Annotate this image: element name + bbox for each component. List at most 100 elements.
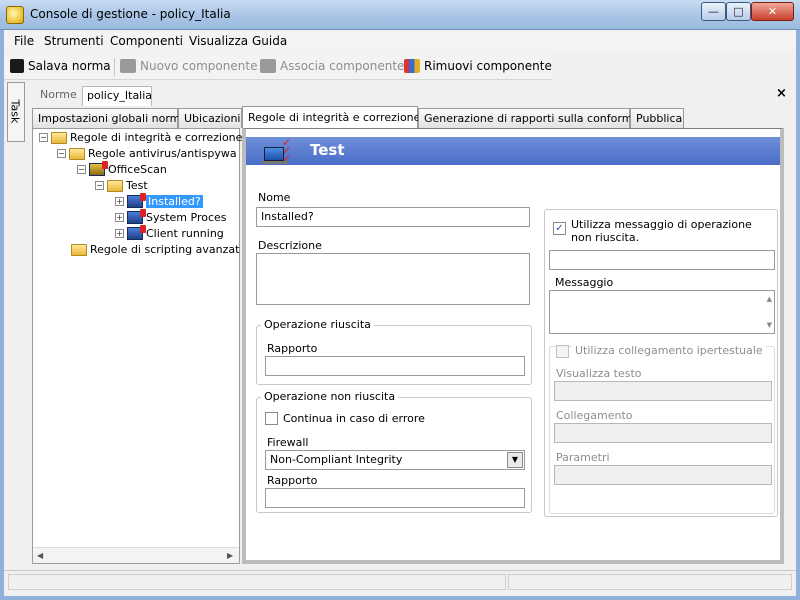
tab-locations[interactable]: Ubicazioni [178,108,242,128]
failure-message-group: ✓ Utilizza messaggio di operazione non r… [544,209,778,517]
tree-node-scripting[interactable]: Regole di scripting avanzat [71,243,239,256]
link-input[interactable] [554,423,772,443]
associate-icon [260,59,276,73]
menu-strumenti[interactable]: Strumenti [44,34,104,48]
menu-bar: File Strumenti Componenti Visualizza Gui… [4,30,796,52]
tree-node-antivirus[interactable]: − Regole antivirus/antispywa [57,147,237,160]
scroll-right-icon[interactable]: ▶ [227,551,233,560]
success-group: Operazione riuscita Rapporto [256,318,532,385]
params-label: Parametri [556,451,610,464]
maximize-button[interactable]: □ [726,2,751,21]
failure-group: Operazione non riuscita Continua in caso… [256,390,532,513]
rule-icon [127,209,146,224]
collapse-icon[interactable]: − [95,181,104,190]
menu-componenti[interactable]: Componenti [110,34,183,48]
remove-component-icon [404,59,420,73]
failure-group-title: Operazione non riuscita [261,390,399,403]
expand-icon[interactable]: + [115,197,124,206]
name-input[interactable]: Installed? [256,207,530,227]
description-label: Descrizione [258,239,322,252]
use-hyperlink-label: Utilizza collegamento ipertestuale [572,344,766,357]
app-icon [6,6,24,24]
success-group-title: Operazione riuscita [261,318,374,331]
folder-icon [71,243,87,256]
success-report-label: Rapporto [267,342,318,355]
close-document-icon[interactable]: × [776,86,787,101]
tree-node-system-label: System Proces [146,211,227,224]
window-title: Console di gestione - policy_Italia [30,7,231,21]
remove-component-label: Rimuovi componente [424,59,552,73]
title-bar: Console di gestione - policy_Italia — □ … [0,0,800,30]
dropdown-arrow-icon[interactable]: ▼ [507,452,523,468]
new-component-label: Nuovo componente [140,59,258,73]
use-failure-message-checkbox[interactable]: ✓ [553,222,566,235]
tab-global-settings[interactable]: Impostazioni globali norme [32,108,187,128]
officescan-icon [89,161,108,176]
folder-icon [69,147,85,160]
expand-icon[interactable]: + [115,213,124,222]
task-side-tab[interactable]: Task [7,82,25,142]
computer-check-icon: ✓ ✓ ✓ [262,135,296,165]
doc-tab-norme[interactable]: Norme [36,86,82,106]
tree-node-client[interactable]: + Client running [115,225,224,240]
menu-file[interactable]: File [14,34,34,48]
remove-component-button[interactable]: Rimuovi componente [404,59,552,73]
component-icon [120,59,136,73]
display-text-label: Visualizza testo [556,367,642,380]
expand-icon[interactable]: + [115,229,124,238]
rule-icon [127,225,146,240]
detail-title: Test [310,141,345,159]
description-textarea[interactable] [256,253,530,305]
tree-node-antivirus-label: Regole antivirus/antispywa [88,147,237,160]
task-side-tab-label: Task [8,99,22,124]
name-label: Nome [258,191,291,204]
hyperlink-group: Utilizza collegamento ipertestuale Visua… [549,344,775,514]
tree-node-installed[interactable]: + Installed? [115,193,203,208]
detail-header: ✓ ✓ ✓ Test [246,137,780,165]
tab-publish[interactable]: Pubblica [630,108,684,128]
tree-node-root-label: Regole di integrità e correzione [70,131,243,144]
failure-report-label: Rapporto [267,474,318,487]
tab-integrity-rules[interactable]: Regole di integrità e correzione [242,106,420,129]
tree-node-test[interactable]: − Test [95,179,148,192]
menu-guida[interactable]: Guida [252,34,287,48]
close-window-button[interactable]: ✕ [751,2,794,21]
collapse-icon[interactable]: − [57,149,66,158]
tree-horizontal-scrollbar[interactable]: ◀ ▶ [33,547,239,563]
tab-compliance-reports[interactable]: Generazione di rapporti sulla conformità [418,108,647,128]
scroll-down-icon[interactable]: ▼ [767,321,772,329]
tree-node-system[interactable]: + System Proces [115,209,227,224]
status-pane-main [8,574,506,590]
status-bar [4,570,796,592]
toolbar: Salava norma Nuovo componente Associa co… [4,54,552,80]
use-hyperlink-checkbox[interactable] [556,345,569,358]
new-component-button[interactable]: Nuovo componente [120,59,257,73]
save-policy-button[interactable]: Salava norma [10,59,111,73]
minimize-button[interactable]: — [701,2,726,21]
message-textarea[interactable]: ▲ ▼ [549,290,775,334]
scroll-left-icon[interactable]: ◀ [37,551,43,560]
scroll-up-icon[interactable]: ▲ [767,295,772,303]
failure-message-title-input[interactable] [549,250,775,270]
collapse-icon[interactable]: − [77,165,86,174]
associate-component-label: Associa componente [280,59,405,73]
associate-component-button[interactable]: Associa componente [260,59,404,73]
firewall-label: Firewall [267,436,309,449]
doc-tab-policy[interactable]: policy_Italia [82,86,152,106]
firewall-selected-value: Non-Compliant Integrity [270,453,403,466]
failure-report-input[interactable] [265,488,525,508]
params-input[interactable] [554,465,772,485]
toolbar-separator [114,58,115,76]
display-text-input[interactable] [554,381,772,401]
success-report-input[interactable] [265,356,525,376]
tree-node-root[interactable]: − Regole di integrità e correzione [39,131,242,144]
menu-visualizza[interactable]: Visualizza [189,34,248,48]
rules-tree: − Regole di integrità e correzione − Reg… [32,128,242,564]
tree-node-client-label: Client running [146,227,224,240]
tree-node-test-label: Test [126,179,148,192]
use-failure-message-label: Utilizza messaggio di operazione non riu… [571,218,752,244]
collapse-icon[interactable]: − [39,133,48,142]
firewall-select[interactable]: Non-Compliant Integrity ▼ [265,450,525,470]
tree-node-officescan[interactable]: − OfficeScan [77,161,167,176]
continue-on-error-checkbox[interactable] [265,412,278,425]
